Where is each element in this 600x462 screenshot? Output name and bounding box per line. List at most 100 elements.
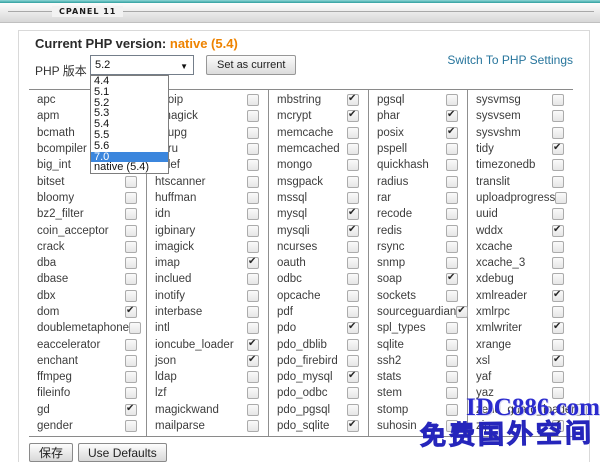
extension-checkbox[interactable] (552, 110, 564, 122)
extension-checkbox[interactable] (247, 306, 259, 318)
extension-checkbox[interactable] (125, 404, 137, 416)
extension-checkbox[interactable] (347, 159, 359, 171)
extension-checkbox[interactable] (446, 257, 458, 269)
extension-checkbox[interactable] (552, 290, 564, 302)
extension-checkbox[interactable] (247, 257, 259, 269)
extension-checkbox[interactable] (347, 241, 359, 253)
extension-checkbox[interactable] (247, 143, 259, 155)
extension-checkbox[interactable] (125, 387, 137, 399)
extension-checkbox[interactable] (247, 159, 259, 171)
extension-checkbox[interactable] (446, 420, 458, 432)
extension-checkbox[interactable] (446, 387, 458, 399)
extension-checkbox[interactable] (125, 339, 137, 351)
extension-checkbox[interactable] (552, 127, 564, 139)
extension-checkbox[interactable] (247, 387, 259, 399)
extension-checkbox[interactable] (446, 355, 458, 367)
set-as-current-button[interactable]: Set as current (206, 55, 296, 75)
extension-checkbox[interactable] (552, 176, 564, 188)
extension-checkbox[interactable] (446, 143, 458, 155)
extension-checkbox[interactable] (247, 339, 259, 351)
extension-checkbox[interactable] (125, 241, 137, 253)
extension-checkbox[interactable] (552, 241, 564, 253)
extension-checkbox[interactable] (552, 225, 564, 237)
extension-checkbox[interactable] (125, 355, 137, 367)
extension-checkbox[interactable] (347, 322, 359, 334)
extension-checkbox[interactable] (125, 290, 137, 302)
extension-checkbox[interactable] (446, 225, 458, 237)
extension-checkbox[interactable] (446, 371, 458, 383)
extension-checkbox[interactable] (247, 94, 259, 106)
extension-checkbox[interactable] (555, 192, 567, 204)
extension-checkbox[interactable] (347, 176, 359, 188)
php-version-option[interactable]: 5.1 (91, 87, 168, 98)
extension-checkbox[interactable] (446, 127, 458, 139)
extension-checkbox[interactable] (552, 322, 564, 334)
extension-checkbox[interactable] (552, 339, 564, 351)
extension-checkbox[interactable] (247, 127, 259, 139)
php-version-select[interactable]: 5.2 ▼ (90, 55, 194, 75)
extension-checkbox[interactable] (347, 387, 359, 399)
extension-checkbox[interactable] (247, 273, 259, 285)
extension-checkbox[interactable] (347, 225, 359, 237)
extension-checkbox[interactable] (446, 110, 458, 122)
extension-checkbox[interactable] (552, 208, 564, 220)
extension-checkbox[interactable] (347, 273, 359, 285)
extension-checkbox[interactable] (347, 94, 359, 106)
extension-checkbox[interactable] (575, 404, 587, 416)
extension-checkbox[interactable] (347, 192, 359, 204)
php-version-option[interactable]: native (5.4) (91, 162, 168, 173)
extension-checkbox[interactable] (247, 225, 259, 237)
extension-checkbox[interactable] (552, 306, 564, 318)
extension-checkbox[interactable] (446, 94, 458, 106)
extension-checkbox[interactable] (347, 257, 359, 269)
extension-checkbox[interactable] (125, 371, 137, 383)
extension-checkbox[interactable] (125, 420, 137, 432)
extension-checkbox[interactable] (347, 371, 359, 383)
extension-checkbox[interactable] (125, 176, 137, 188)
extension-checkbox[interactable] (552, 355, 564, 367)
extension-checkbox[interactable] (347, 127, 359, 139)
extension-checkbox[interactable] (247, 208, 259, 220)
extension-checkbox[interactable] (446, 159, 458, 171)
extension-checkbox[interactable] (446, 404, 458, 416)
extension-checkbox[interactable] (347, 290, 359, 302)
extension-checkbox[interactable] (347, 208, 359, 220)
extension-checkbox[interactable] (446, 322, 458, 334)
extension-checkbox[interactable] (247, 371, 259, 383)
extension-checkbox[interactable] (247, 420, 259, 432)
extension-checkbox[interactable] (247, 241, 259, 253)
extension-checkbox[interactable] (552, 371, 564, 383)
extension-checkbox[interactable] (552, 159, 564, 171)
extension-checkbox[interactable] (552, 143, 564, 155)
extension-checkbox[interactable] (446, 192, 458, 204)
extension-checkbox[interactable] (347, 143, 359, 155)
extension-checkbox[interactable] (247, 404, 259, 416)
extension-checkbox[interactable] (446, 176, 458, 188)
extension-checkbox[interactable] (125, 208, 137, 220)
extension-checkbox[interactable] (552, 387, 564, 399)
extension-checkbox[interactable] (552, 420, 564, 432)
extension-checkbox[interactable] (446, 339, 458, 351)
extension-checkbox[interactable] (347, 306, 359, 318)
extension-checkbox[interactable] (347, 339, 359, 351)
extension-checkbox[interactable] (446, 208, 458, 220)
extension-checkbox[interactable] (125, 273, 137, 285)
extension-checkbox[interactable] (456, 306, 468, 318)
extension-checkbox[interactable] (347, 404, 359, 416)
extension-checkbox[interactable] (552, 273, 564, 285)
extension-checkbox[interactable] (247, 355, 259, 367)
extension-checkbox[interactable] (125, 225, 137, 237)
extension-checkbox[interactable] (347, 110, 359, 122)
extension-checkbox[interactable] (347, 420, 359, 432)
extension-checkbox[interactable] (446, 290, 458, 302)
switch-to-php-settings-link[interactable]: Switch To PHP Settings (447, 53, 573, 67)
extension-checkbox[interactable] (247, 110, 259, 122)
extension-checkbox[interactable] (129, 322, 141, 334)
extension-checkbox[interactable] (125, 257, 137, 269)
save-button[interactable]: 保存 (29, 443, 73, 462)
extension-checkbox[interactable] (446, 273, 458, 285)
extension-checkbox[interactable] (446, 241, 458, 253)
extension-checkbox[interactable] (247, 322, 259, 334)
extension-checkbox[interactable] (247, 176, 259, 188)
extension-checkbox[interactable] (552, 94, 564, 106)
